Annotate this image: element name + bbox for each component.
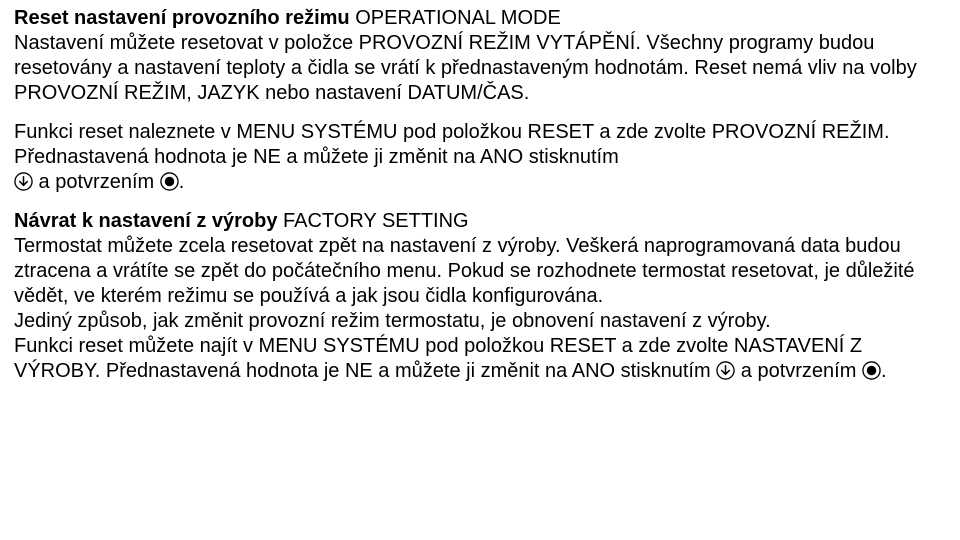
paragraph-body: Jediný způsob, jak změnit provozní režim…	[14, 309, 946, 334]
paragraph: a potvrzením .	[14, 170, 946, 195]
section-reset-instructions: Funkci reset naleznete v MENU SYSTÉMU po…	[14, 120, 946, 195]
paragraph: Funkci reset naleznete v MENU SYSTÉMU po…	[14, 120, 946, 170]
paragraph: Návrat k nastavení z výroby FACTORY SETT…	[14, 209, 946, 234]
filled-circle-icon	[862, 361, 881, 380]
text: a potvrzením	[33, 171, 160, 193]
text: .	[179, 171, 185, 193]
heading-rest: FACTORY SETTING	[283, 210, 469, 232]
text: a potvrzením	[735, 360, 862, 382]
document-page: Reset nastavení provozního režimu OPERAT…	[0, 0, 960, 408]
section-reset-operational: Reset nastavení provozního režimu OPERAT…	[14, 6, 946, 106]
heading-rest: OPERATIONAL MODE	[355, 7, 561, 29]
paragraph-body: Termostat můžete zcela resetovat zpět na…	[14, 234, 946, 309]
paragraph: Funkci reset můžete najít v MENU SYSTÉMU…	[14, 334, 946, 384]
heading-bold: Reset nastavení provozního režimu	[14, 7, 355, 29]
section-factory-setting: Návrat k nastavení z výroby FACTORY SETT…	[14, 209, 946, 384]
text: .	[881, 360, 887, 382]
paragraph-body: Nastavení můžete resetovat v položce PRO…	[14, 31, 946, 106]
text: Funkci reset naleznete v MENU SYSTÉMU po…	[14, 121, 890, 168]
heading-bold: Návrat k nastavení z výroby	[14, 210, 283, 232]
paragraph: Reset nastavení provozního režimu OPERAT…	[14, 6, 946, 31]
down-arrow-in-circle-icon	[716, 361, 735, 380]
down-arrow-in-circle-icon	[14, 172, 33, 191]
filled-circle-icon	[160, 172, 179, 191]
